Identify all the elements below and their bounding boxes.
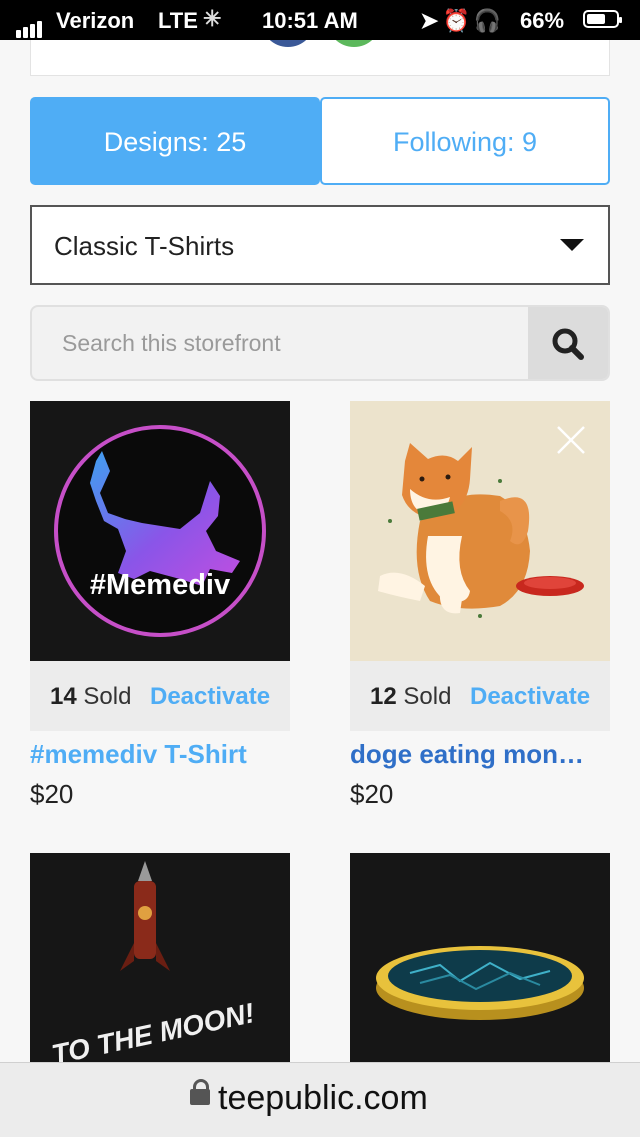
close-icon[interactable] [556, 425, 586, 455]
deactivate-button[interactable]: Deactivate [150, 661, 270, 733]
search-button[interactable] [528, 307, 608, 379]
activity-spinner-icon: ✳ [203, 6, 222, 31]
chevron-down-icon [560, 239, 584, 251]
sold-count: 12 [370, 683, 397, 710]
tab-following[interactable]: Following: 9 [320, 97, 610, 185]
product-image-memediv[interactable]: #Memediv [30, 401, 290, 661]
product-stats: 14 Sold Deactivate [30, 661, 290, 731]
category-select-value: Classic T-Shirts [54, 231, 235, 261]
clock-time: 10:51 AM [262, 8, 358, 33]
search-input[interactable] [32, 307, 528, 379]
product-price: $20 [350, 779, 394, 809]
network-type: LTE [158, 8, 198, 33]
sold-label: Sold [403, 683, 452, 710]
cellular-signal-icon [16, 12, 44, 38]
battery-fill [587, 14, 605, 24]
sold-count-text: 12 Sold [370, 661, 451, 733]
location-arrow-icon: ➤ [420, 8, 443, 33]
search-box [30, 305, 610, 381]
alarm-icon: ⏰ [442, 8, 474, 33]
status-icons: ➤⏰🎧 [420, 8, 505, 34]
url-bar[interactable]: teepublic.com [0, 1062, 640, 1137]
product-price: $20 [30, 779, 74, 809]
battery-percent: 66% [520, 8, 565, 33]
product-image-doge[interactable] [350, 401, 610, 661]
tab-designs[interactable]: Designs: 25 [30, 97, 320, 185]
sold-count: 14 [50, 683, 77, 710]
battery-icon [583, 10, 622, 28]
memediv-artwork: #Memediv [30, 401, 290, 661]
product-title[interactable]: doge eating mon… [350, 739, 610, 770]
sold-label: Sold [83, 683, 132, 710]
sold-count-text: 14 Sold [50, 661, 131, 733]
carrier-name: Verizon [56, 8, 135, 33]
headphones-icon: 🎧 [473, 8, 506, 33]
category-select[interactable]: Classic T-Shirts [30, 205, 610, 285]
lock-icon [190, 1079, 210, 1105]
deactivate-button[interactable]: Deactivate [470, 661, 590, 733]
search-icon [552, 328, 584, 360]
status-bar: Verizon LTE ✳ 10:51 AM ➤⏰🎧 66% [0, 0, 640, 40]
url-domain: teepublic.com [218, 1079, 428, 1117]
product-stats: 12 Sold Deactivate [350, 661, 610, 731]
product-title[interactable]: #memediv T-Shirt [30, 739, 290, 770]
memediv-artwork-text: #Memediv [90, 569, 230, 601]
